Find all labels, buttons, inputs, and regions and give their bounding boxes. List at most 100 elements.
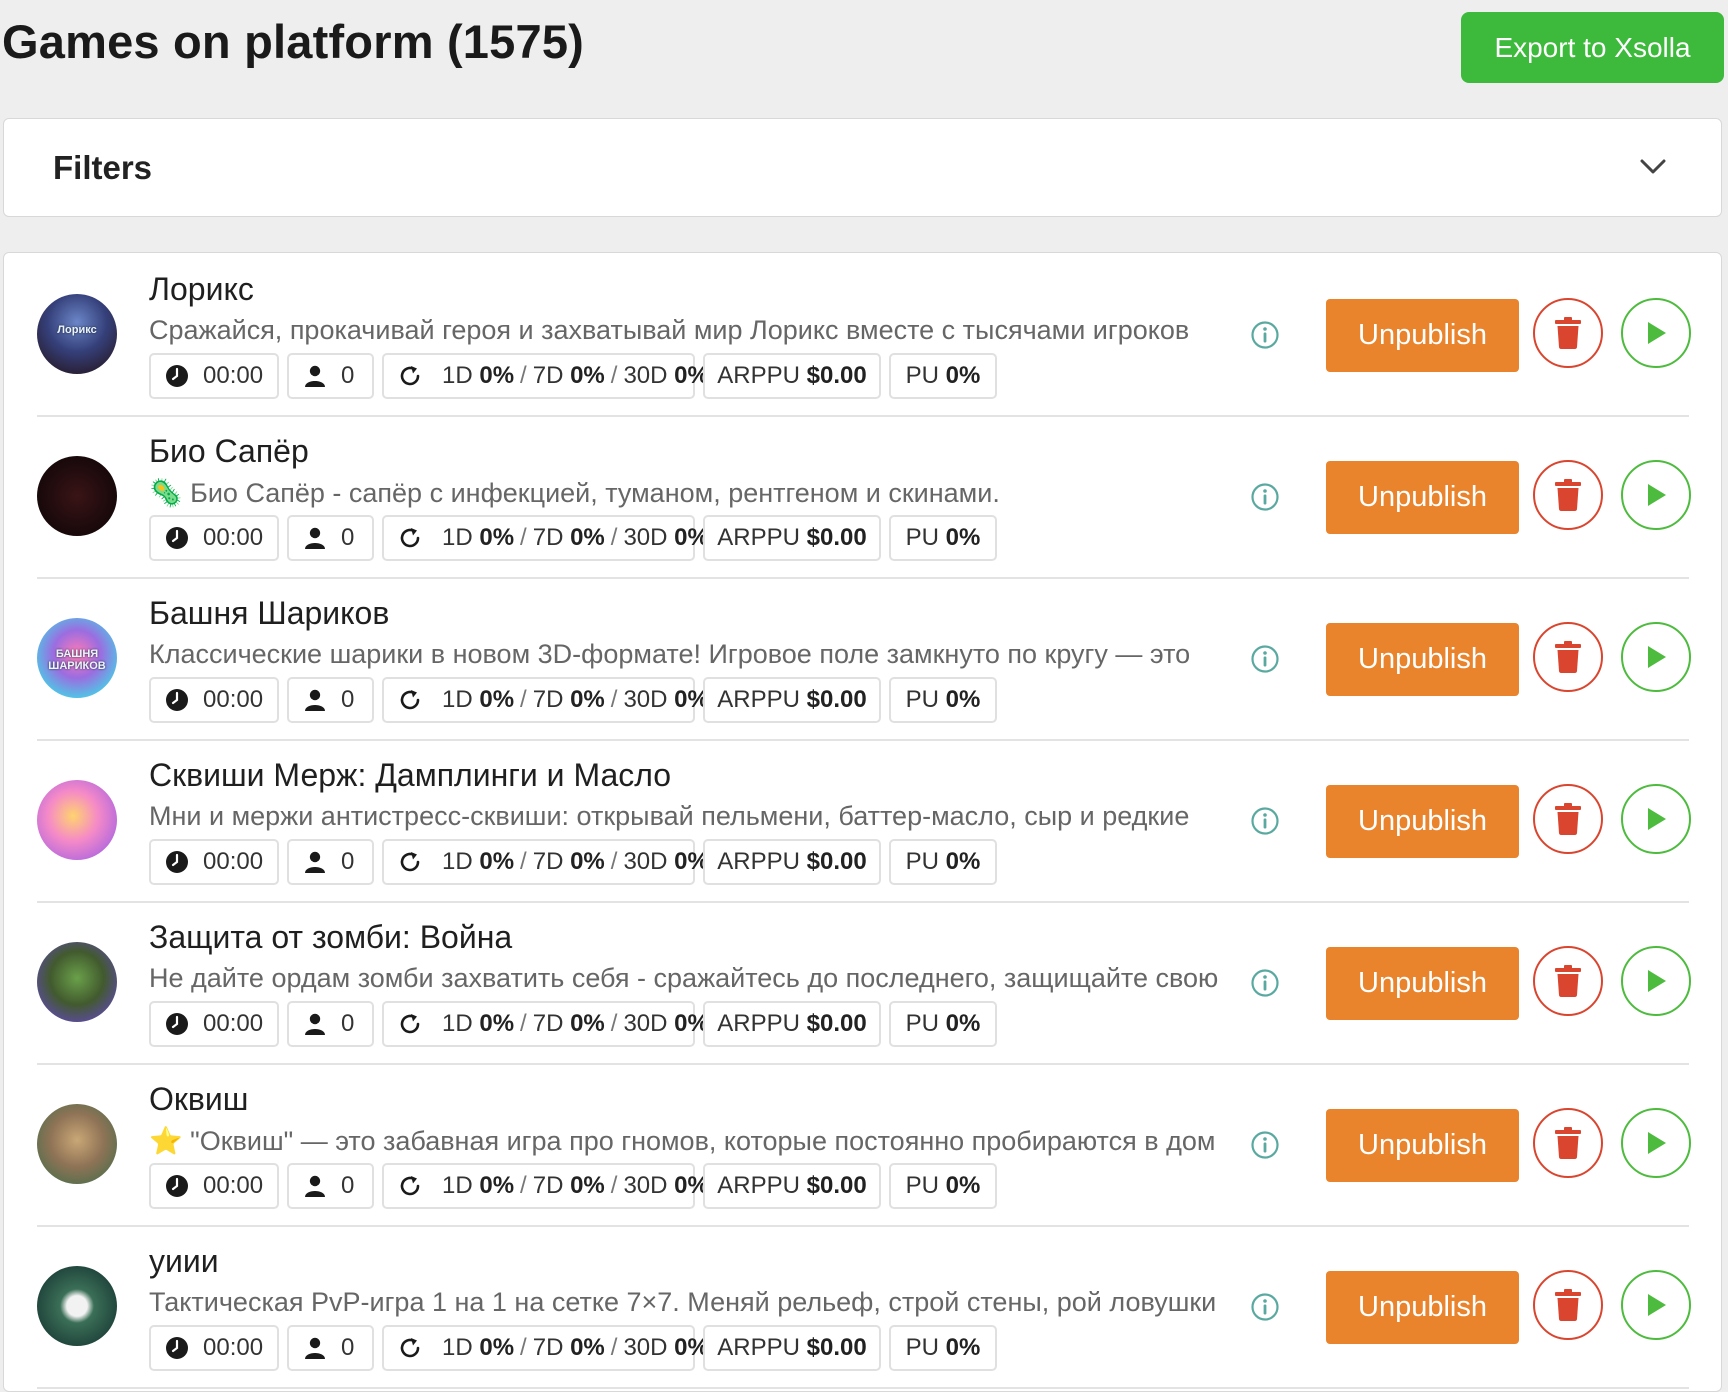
chevron-down-icon[interactable] (1635, 149, 1671, 185)
delete-button[interactable] (1533, 460, 1603, 530)
game-description: Тактическая PvP-игра 1 на 1 на сетке 7×7… (149, 1287, 1217, 1317)
delete-button[interactable] (1533, 622, 1603, 692)
pu-chip: PU 0% (889, 515, 997, 561)
play-button[interactable] (1621, 622, 1691, 692)
game-description: Классические шарики в новом 3D-формате! … (149, 639, 1191, 669)
game-avatar[interactable] (37, 1266, 117, 1346)
play-button[interactable] (1621, 460, 1691, 530)
unpublish-button[interactable]: Unpublish (1326, 623, 1519, 696)
game-title: Био Сапёр (149, 433, 309, 469)
info-icon[interactable] (1250, 1130, 1280, 1160)
unpublish-button[interactable]: Unpublish (1326, 1109, 1519, 1182)
pu-chip: PU 0% (889, 1163, 997, 1209)
play-button[interactable] (1621, 784, 1691, 854)
games-list: Лорикс Лорикс Сражайся, прокачивай героя… (3, 252, 1722, 1392)
pu-value: 0% (945, 1334, 981, 1361)
filters-label: Filters (53, 149, 153, 186)
retention-chip: 1D 0%/7D 0%/30D 0% (382, 1325, 709, 1371)
players-value: 0 (341, 362, 355, 389)
info-icon[interactable] (1250, 1292, 1280, 1322)
pu-label: PU (905, 1010, 939, 1037)
delete-button[interactable] (1533, 298, 1603, 368)
info-icon[interactable] (1250, 320, 1280, 350)
game-avatar[interactable]: Лорикс (37, 294, 117, 374)
pu-value: 0% (945, 848, 981, 875)
trash-icon (1555, 803, 1581, 835)
retention-chip: 1D 0%/7D 0%/30D 0% (382, 353, 709, 399)
clock-icon (166, 689, 188, 711)
pu-label: PU (905, 362, 939, 389)
pu-label: PU (905, 524, 939, 551)
retention-30d-label: 30D (623, 1010, 668, 1037)
play-button[interactable] (1621, 946, 1691, 1016)
playtime-chip: 00:00 (149, 515, 279, 561)
filters-panel[interactable]: Filters (3, 118, 1722, 217)
info-icon[interactable] (1250, 482, 1280, 512)
game-row: Защита от зомби: Война Не дайте ордам зо… (37, 903, 1691, 1065)
unpublish-button[interactable]: Unpublish (1326, 299, 1519, 372)
delete-button[interactable] (1533, 1270, 1603, 1340)
delete-button[interactable] (1533, 784, 1603, 854)
play-button[interactable] (1621, 1270, 1691, 1340)
playtime-value: 00:00 (203, 848, 264, 875)
page-header: Games on platform (1575) Export to Xsoll… (0, 0, 1728, 100)
pu-label: PU (905, 686, 939, 713)
clock-icon (166, 527, 188, 549)
delete-button[interactable] (1533, 946, 1603, 1016)
game-title: Сквиши Мерж: Дамплинги и Масло (149, 757, 672, 793)
playtime-chip: 00:00 (149, 1325, 279, 1371)
info-icon[interactable] (1250, 644, 1280, 674)
info-icon[interactable] (1250, 806, 1280, 836)
game-description: ⭐ "Оквиш" — это забавная игра про гномов… (149, 1126, 1216, 1156)
retention-7d-value: 0% (570, 524, 605, 551)
game-row: БАШНЯ ШАРИКОВ Башня Шариков Классические… (37, 579, 1691, 741)
playtime-value: 00:00 (203, 1334, 264, 1361)
user-icon (305, 365, 325, 387)
playtime-chip: 00:00 (149, 839, 279, 885)
play-icon (1648, 808, 1666, 830)
game-avatar[interactable]: БАШНЯ ШАРИКОВ (37, 618, 117, 698)
arppu-label: ARPPU (717, 1334, 800, 1361)
unpublish-button[interactable]: Unpublish (1326, 947, 1519, 1020)
unpublish-button[interactable]: Unpublish (1326, 461, 1519, 534)
game-avatar[interactable] (37, 1104, 117, 1184)
trash-icon (1555, 965, 1581, 997)
game-description: Не дайте ордам зомби захватить себя - ср… (149, 963, 1219, 993)
arppu-value: $0.00 (806, 686, 867, 713)
retention-30d-label: 30D (623, 524, 668, 551)
game-description: Мни и мержи антистресс-сквиши: открывай … (149, 801, 1190, 831)
play-button[interactable] (1621, 298, 1691, 368)
clock-icon (166, 1175, 188, 1197)
players-value: 0 (341, 1172, 355, 1199)
info-icon[interactable] (1250, 968, 1280, 998)
pu-value: 0% (945, 1010, 981, 1037)
game-title: уиии (149, 1243, 219, 1279)
user-icon (305, 1175, 325, 1197)
user-icon (305, 527, 325, 549)
retention-30d-label: 30D (623, 362, 668, 389)
game-avatar[interactable] (37, 456, 117, 536)
export-button[interactable]: Export to Xsolla (1461, 12, 1724, 83)
game-row: уиии Тактическая PvP-игра 1 на 1 на сетк… (37, 1227, 1691, 1389)
game-avatar[interactable] (37, 942, 117, 1022)
playtime-chip: 00:00 (149, 1001, 279, 1047)
game-avatar[interactable] (37, 780, 117, 860)
retention-1d-value: 0% (479, 686, 515, 713)
retention-1d-value: 0% (479, 1334, 515, 1361)
arppu-chip: ARPPU $0.00 (703, 839, 881, 885)
retention-7d-value: 0% (570, 686, 605, 713)
refresh-icon (400, 528, 420, 548)
unpublish-button[interactable]: Unpublish (1326, 785, 1519, 858)
trash-icon (1555, 641, 1581, 673)
delete-button[interactable] (1533, 1108, 1603, 1178)
play-button[interactable] (1621, 1108, 1691, 1178)
retention-30d-label: 30D (623, 848, 668, 875)
trash-icon (1555, 479, 1581, 511)
playtime-chip: 00:00 (149, 677, 279, 723)
avatar-logo-text: БАШНЯ ШАРИКОВ (48, 648, 106, 672)
retention-7d-label: 7D (532, 362, 564, 389)
retention-1d-value: 0% (479, 1010, 515, 1037)
unpublish-button[interactable]: Unpublish (1326, 1271, 1519, 1344)
retention-1d-label: 1D (442, 524, 473, 551)
play-icon (1648, 484, 1666, 506)
